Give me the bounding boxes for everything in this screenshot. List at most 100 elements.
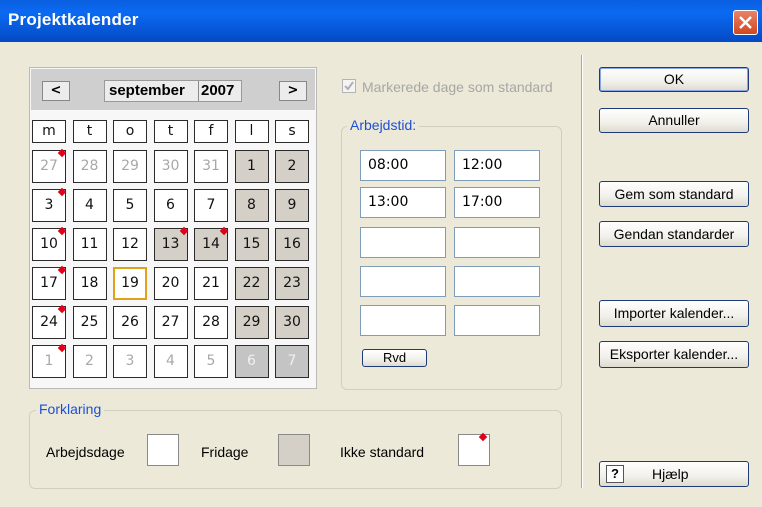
calendar-day[interactable]: 4 xyxy=(153,345,188,378)
calendar-day[interactable]: 16 xyxy=(275,228,309,261)
weekday-header: l xyxy=(234,120,269,143)
title-bar[interactable]: Projektkalender xyxy=(0,0,762,42)
mark-as-standard-label: Markerede dage som standard xyxy=(362,79,553,95)
previous-month-button[interactable]: < xyxy=(42,81,70,101)
calendar-day[interactable]: 14 xyxy=(194,226,229,261)
day-number: 10 xyxy=(40,236,58,252)
calendar-day[interactable]: 26 xyxy=(113,306,147,339)
day-number: 2 xyxy=(287,158,297,174)
nonstandard-marker-icon xyxy=(219,226,229,236)
calendar-day[interactable]: 27 xyxy=(153,306,188,339)
nonstandard-marker-icon xyxy=(478,432,488,442)
day-number: 1 xyxy=(44,353,54,369)
day-number: 5 xyxy=(125,197,135,213)
month-label[interactable]: september xyxy=(109,81,185,101)
save-as-default-button[interactable]: Gem som standard xyxy=(599,181,749,207)
calendar-day[interactable]: 12 xyxy=(113,228,147,261)
calendar-day[interactable]: 7 xyxy=(275,345,309,378)
day-number: 3 xyxy=(44,197,54,213)
clear-worktime-button[interactable]: Rvd xyxy=(362,349,427,367)
calendar-day[interactable]: 29 xyxy=(113,150,147,183)
calendar-day[interactable]: 23 xyxy=(275,267,309,300)
nonstandard-marker-icon xyxy=(57,226,67,236)
worktime-to-5[interactable] xyxy=(454,305,540,336)
calendar-day[interactable]: 25 xyxy=(72,306,107,339)
calendar-day[interactable]: 24 xyxy=(32,304,67,339)
calendar-day[interactable]: 28 xyxy=(194,306,228,339)
worktime-to-4[interactable] xyxy=(454,266,540,297)
calendar-day[interactable]: 11 xyxy=(72,228,107,261)
calendar-day[interactable]: 30 xyxy=(153,150,188,183)
day-number: 9 xyxy=(287,197,297,213)
calendar-day[interactable]: 13 xyxy=(153,226,188,261)
legend-holidays-swatch xyxy=(278,434,310,466)
calendar-day[interactable]: 21 xyxy=(194,267,228,300)
day-number: 27 xyxy=(161,314,180,330)
day-number: 28 xyxy=(202,314,220,330)
calendar-day[interactable]: 6 xyxy=(234,345,269,378)
worktime-from-1[interactable]: 08:00 xyxy=(360,150,446,181)
worktime-from-3[interactable] xyxy=(360,227,446,258)
day-number: 31 xyxy=(202,158,220,174)
day-number: 6 xyxy=(247,353,256,369)
calendar-day[interactable]: 1 xyxy=(32,343,67,378)
calendar-day[interactable]: 15 xyxy=(234,228,269,261)
nonstandard-marker-icon xyxy=(57,148,67,158)
calendar-day-today[interactable]: 19 xyxy=(113,267,147,300)
day-number: 6 xyxy=(166,197,175,213)
day-number: 26 xyxy=(121,314,139,330)
worktime-from-5[interactable] xyxy=(360,305,446,336)
calendar-day[interactable]: 3 xyxy=(113,345,147,378)
calendar-day[interactable]: 7 xyxy=(194,189,228,222)
calendar-day[interactable]: 5 xyxy=(113,189,147,222)
calendar-day[interactable]: 2 xyxy=(275,150,309,183)
weekday-header: m xyxy=(32,120,66,143)
weekday-header: o xyxy=(113,120,147,143)
calendar-day[interactable]: 4 xyxy=(72,189,107,222)
ok-button[interactable]: OK xyxy=(599,67,749,92)
month-year-display[interactable]: september 2007 xyxy=(104,80,242,102)
legend-holidays-label: Fridage xyxy=(201,444,249,460)
day-number: 3 xyxy=(125,353,135,369)
calendar-day[interactable]: 8 xyxy=(234,189,269,222)
restore-defaults-button[interactable]: Gendan standarder xyxy=(599,221,749,247)
calendar-day[interactable]: 6 xyxy=(153,189,188,222)
calendar-day[interactable]: 27 xyxy=(32,148,67,183)
calendar-day[interactable]: 3 xyxy=(32,187,67,222)
window-title: Projektkalender xyxy=(8,10,139,29)
day-number: 11 xyxy=(80,236,99,252)
year-label[interactable]: 2007 xyxy=(198,81,234,101)
day-number: 15 xyxy=(242,236,261,252)
calendar-day[interactable]: 20 xyxy=(153,267,188,300)
worktime-from-4[interactable] xyxy=(360,266,446,297)
help-icon: ? xyxy=(606,465,624,483)
worktime-to-2[interactable]: 17:00 xyxy=(454,187,540,218)
worktime-to-1[interactable]: 12:00 xyxy=(454,150,540,181)
calendar-day[interactable]: 5 xyxy=(194,345,228,378)
calendar-day[interactable]: 10 xyxy=(32,226,67,261)
help-button[interactable]: ? Hjælp xyxy=(599,461,749,487)
day-number: 4 xyxy=(166,353,175,369)
calendar-day[interactable]: 9 xyxy=(275,189,309,222)
calendar-day[interactable]: 2 xyxy=(72,345,107,378)
worktime-to-3[interactable] xyxy=(454,227,540,258)
legend-title: Forklaring xyxy=(36,401,105,417)
close-button[interactable] xyxy=(733,10,758,35)
export-calendar-button[interactable]: Eksporter kalender... xyxy=(599,341,749,368)
mark-as-standard-checkbox[interactable] xyxy=(342,79,356,93)
import-calendar-button[interactable]: Importer kalender... xyxy=(599,300,749,327)
calendar-day[interactable]: 31 xyxy=(194,150,228,183)
worktime-from-2[interactable]: 13:00 xyxy=(360,187,446,218)
calendar-day[interactable]: 1 xyxy=(234,150,269,183)
calendar-day[interactable]: 22 xyxy=(234,267,269,300)
worktime-title: Arbejdstid: xyxy=(347,117,420,133)
calendar-day[interactable]: 29 xyxy=(234,306,269,339)
next-month-button[interactable]: > xyxy=(279,81,307,101)
calendar-day[interactable]: 18 xyxy=(72,267,107,300)
calendar-day[interactable]: 30 xyxy=(275,306,309,339)
day-number: 24 xyxy=(40,314,58,330)
calendar-day[interactable]: 17 xyxy=(32,265,67,300)
weekday-header: t xyxy=(72,120,107,143)
cancel-button[interactable]: Annuller xyxy=(599,108,749,133)
calendar-day[interactable]: 28 xyxy=(72,150,107,183)
